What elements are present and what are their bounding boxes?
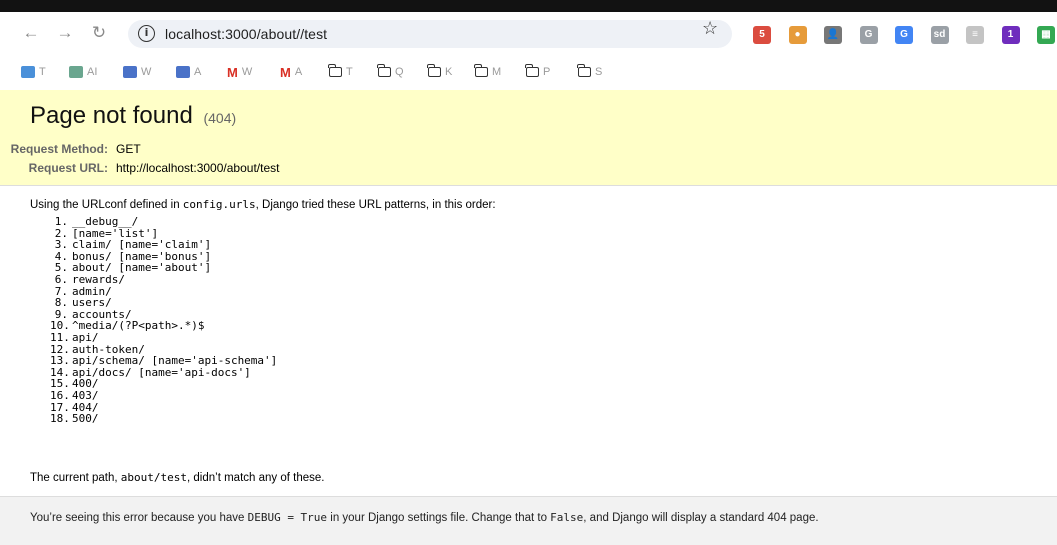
ext-grammarly-icon[interactable]: G — [859, 26, 878, 44]
false-code: False — [550, 511, 584, 524]
bookmark-label: K — [445, 66, 453, 78]
folder-icon — [577, 64, 591, 77]
bookmark-item[interactable]: S — [577, 64, 603, 80]
explain-pre: You’re seeing this error because you hav… — [30, 512, 248, 524]
ext-translate-icon[interactable]: G — [895, 26, 913, 44]
bookmark-item[interactable]: MW — [227, 64, 252, 80]
url-pattern-number: 16. — [50, 388, 70, 402]
urlconf-description: Using the URLconf defined in config.urls… — [30, 198, 496, 211]
url-pattern-number: 6. — [54, 272, 68, 286]
ext-gray-icon[interactable]: ≡ — [966, 26, 984, 44]
current-text-post: , didn’t match any of these. — [187, 472, 325, 484]
request-method-row: Request Method: GET — [0, 142, 141, 156]
lead-text-post: , Django tried these URL patterns, in th… — [255, 199, 496, 211]
bookmark-item[interactable]: AI — [69, 64, 97, 80]
folder-icon — [427, 64, 441, 77]
debug-true-code: DEBUG = True — [247, 511, 328, 524]
bookmark-item[interactable]: P — [525, 64, 551, 80]
url-pattern-number: 1. — [54, 215, 68, 228]
bookmark-item[interactable]: A — [176, 64, 201, 80]
request-url-row: Request URL: http://localhost:3000/about/… — [0, 161, 280, 175]
url-pattern-text: api/docs/ [name='api-docs'] — [72, 365, 251, 379]
request-url-value: http://localhost:3000/about/test — [116, 161, 280, 175]
url-pattern-text: 500/ — [72, 412, 99, 426]
bookmark-item[interactable]: K — [427, 64, 453, 80]
ext-purple-icon[interactable]: 1 — [1001, 26, 1020, 44]
page-title-text: Page not found — [30, 102, 193, 129]
bookmarks-bar: T AI W A M W M A T Q K M P S — [0, 56, 1057, 86]
ext-todoist-icon[interactable]: 5 — [753, 26, 771, 44]
bookmark-label: S — [595, 66, 603, 78]
forward-button[interactable]: → — [54, 22, 76, 44]
request-method-label: Request Method: — [10, 142, 108, 156]
site-info-icon[interactable]: i — [138, 25, 155, 42]
explain-mid: in your Django settings file. Change tha… — [327, 512, 551, 524]
address-bar[interactable]: i localhost:3000/about//test — [128, 20, 732, 48]
bookmark-label: M — [492, 66, 502, 78]
window-top-bar — [0, 0, 1057, 12]
current-path-message: The current path, about/test, didn’t mat… — [30, 471, 324, 484]
bookmark-label: T — [39, 66, 46, 78]
bookmark-item[interactable]: Q — [377, 64, 404, 80]
request-method-value: GET — [116, 142, 141, 156]
bookmark-item[interactable]: T — [328, 64, 353, 80]
url-pattern-list: 1. __debug__/2. [name='list'] 3. claim/ [nam… — [50, 216, 277, 425]
url-pattern-item: 18. 500/ — [50, 413, 277, 425]
page-title: Page not found (404) — [30, 102, 236, 130]
folder-icon — [328, 64, 342, 77]
debug-explanation-text: You’re seeing this error because you hav… — [30, 511, 819, 524]
bookmark-label: Q — [395, 66, 404, 78]
gmail-bookmark-icon: M — [280, 64, 291, 80]
ext-multi-icon[interactable]: ▦ — [1037, 26, 1055, 44]
forward-arrow-icon: → — [56, 23, 74, 42]
url-pattern-number: 13. — [50, 354, 70, 368]
error-summary: Page not found (404) Request Method: GET … — [0, 90, 1057, 186]
calendar-bookmark-icon — [123, 66, 137, 78]
reload-button[interactable]: ↻ — [88, 22, 110, 44]
reload-icon: ↻ — [91, 23, 107, 42]
folder-icon — [474, 64, 488, 77]
gmail-bookmark-icon: M — [227, 64, 238, 80]
bookmark-item[interactable]: M — [474, 64, 502, 80]
url-patterns-section: Using the URLconf defined in config.urls… — [0, 186, 1057, 490]
explain-post: , and Django will display a standard 404… — [583, 512, 819, 524]
current-path: about/test — [120, 471, 188, 484]
calendar-bookmark-icon — [176, 66, 190, 78]
debug-explanation: You’re seeing this error because you hav… — [0, 496, 1057, 545]
back-arrow-icon: ← — [22, 23, 40, 42]
bookmark-item[interactable]: W — [123, 64, 151, 80]
ext-sd-icon[interactable]: sd — [930, 26, 949, 44]
ext-profile-icon[interactable]: 👤 — [824, 26, 842, 44]
folder-icon — [525, 64, 539, 77]
ext-owl-icon[interactable]: ● — [788, 26, 807, 44]
bookmark-label: A — [294, 66, 303, 78]
bookmark-label: P — [543, 66, 551, 78]
current-text-pre: The current path, — [30, 472, 121, 484]
translate-bookmark-icon — [21, 66, 35, 78]
url-pattern-number: 11. — [50, 330, 70, 344]
back-button[interactable]: ← — [20, 22, 42, 44]
lead-text-pre: Using the URLconf defined in — [30, 199, 183, 211]
status-code: (404) — [203, 110, 237, 126]
chatgpt-bookmark-icon — [69, 66, 83, 78]
folder-icon — [377, 64, 391, 77]
bookmark-label: T — [346, 66, 353, 78]
url-pattern-number: 18. — [50, 412, 70, 426]
request-url-label: Request URL: — [28, 161, 108, 175]
bookmark-star-icon[interactable]: ☆ — [702, 19, 718, 37]
bookmark-label: A — [194, 66, 202, 78]
bookmark-item[interactable]: T — [21, 64, 46, 80]
url-pattern-number: 8. — [54, 296, 68, 310]
bookmark-label: W — [241, 66, 253, 78]
bookmark-label: AI — [87, 66, 98, 78]
bookmark-item[interactable]: MA — [280, 64, 302, 80]
address-url[interactable]: localhost:3000/about//test — [165, 26, 327, 42]
urlconf-name: config.urls — [182, 198, 256, 211]
bookmark-label: W — [141, 66, 152, 78]
